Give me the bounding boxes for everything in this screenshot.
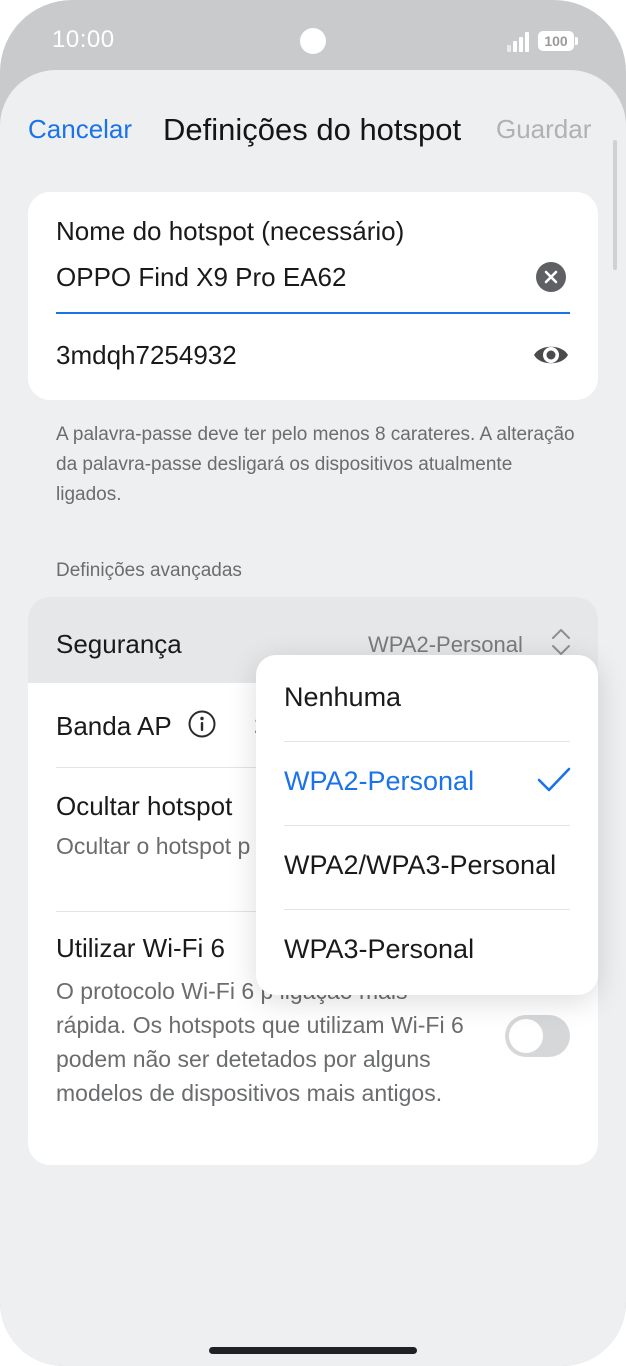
signal-icon [507, 30, 531, 52]
menu-divider [284, 825, 570, 826]
nav-bar: Cancelar Definições do hotspot Guardar [0, 106, 626, 150]
check-icon [536, 765, 572, 795]
chevron-updown-icon [550, 627, 572, 657]
hide-hotspot-label: Ocultar hotspot [56, 791, 233, 821]
battery-tip [575, 37, 578, 45]
security-label: Segurança [56, 629, 182, 659]
info-icon[interactable] [188, 710, 216, 738]
hotspot-name-label: Nome do hotspot (necessário) [56, 216, 405, 246]
security-dropdown-menu: Nenhuma WPA2-Personal WPA2/WPA3-Personal… [256, 655, 598, 995]
status-bar: 10:00 100 [0, 0, 626, 80]
password-hint: A palavra-passe deve ter pelo menos 8 ca… [56, 424, 575, 505]
wifi6-label: Utilizar Wi-Fi 6 [56, 933, 225, 963]
menu-option-wpa3[interactable]: WPA3-Personal [284, 934, 584, 965]
phone-frame: 10:00 100 Cancelar Definições do hotspot… [0, 0, 626, 1366]
menu-option-wpa2-wpa3[interactable]: WPA2/WPA3-Personal [284, 850, 584, 881]
battery-icon: 100 [538, 31, 574, 51]
settings-screen: Cancelar Definições do hotspot Guardar N… [0, 70, 626, 1366]
status-time: 10:00 [52, 26, 115, 53]
hotspot-name-input[interactable]: OPPO Find X9 Pro EA62 [56, 262, 346, 293]
page-title: Definições do hotspot [163, 112, 462, 147]
name-field-underline [56, 312, 570, 314]
scrollbar[interactable] [613, 140, 617, 270]
toggle-knob [509, 1019, 543, 1053]
menu-option-none[interactable]: Nenhuma [284, 682, 584, 713]
menu-divider [284, 741, 570, 742]
advanced-section-title: Definições avançadas [56, 560, 242, 581]
band-label: Banda AP [56, 711, 172, 741]
password-input[interactable]: 3mdqh7254932 [56, 340, 237, 371]
cancel-button[interactable]: Cancelar [28, 114, 132, 145]
home-indicator[interactable] [209, 1347, 417, 1354]
camera-icon [300, 28, 326, 54]
wifi6-toggle[interactable] [505, 1015, 570, 1057]
clear-icon[interactable] [536, 262, 566, 292]
save-button[interactable]: Guardar [496, 114, 591, 145]
eye-icon[interactable] [532, 340, 570, 370]
menu-divider [284, 909, 570, 910]
hotspot-fields-card: Nome do hotspot (necessário) OPPO Find X… [28, 192, 598, 400]
